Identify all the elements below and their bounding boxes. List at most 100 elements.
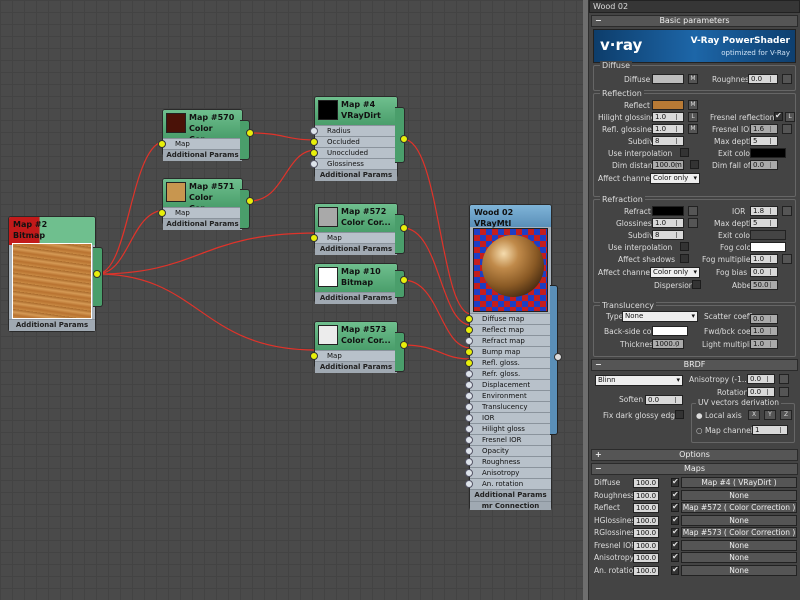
map-amount-spinner[interactable]: 100.0 xyxy=(633,540,659,551)
refl-gloss-spinner[interactable]: 1.0 xyxy=(652,124,684,134)
thickness-spinner[interactable]: 1000.0 xyxy=(652,339,684,349)
map-slot-button[interactable]: None xyxy=(681,539,797,551)
axis-y-button[interactable]: Y xyxy=(764,410,776,420)
slot-reflect-map[interactable]: Reflect map xyxy=(465,324,551,335)
slot-anisotropy[interactable]: Anisotropy xyxy=(465,467,551,478)
slot-environment[interactable]: Environment xyxy=(465,390,551,401)
roughness-spinner[interactable]: 0.0 xyxy=(748,74,778,84)
map-slot-button[interactable]: None xyxy=(681,564,797,576)
map-amount-spinner[interactable]: 100.0 xyxy=(633,503,659,513)
ior-map-button[interactable] xyxy=(782,206,792,216)
rollout-basic-parameters[interactable]: − Basic parameters xyxy=(591,15,798,27)
output-socket[interactable] xyxy=(400,135,408,143)
slot-map[interactable]: Map xyxy=(158,207,242,218)
material-name-field[interactable]: Wood 02 xyxy=(589,0,800,13)
slot-an-rotation[interactable]: An. rotation xyxy=(465,478,551,489)
additional-params[interactable]: Additional Params xyxy=(9,319,95,331)
slot-map[interactable]: Map xyxy=(310,232,397,243)
backside-color-swatch[interactable] xyxy=(652,326,688,336)
map-amount-spinner[interactable]: 100.0 xyxy=(633,515,659,526)
output-socket[interactable] xyxy=(246,129,254,137)
refr-subdivs-spinner[interactable]: 8 xyxy=(652,230,684,240)
rotation-spinner[interactable]: 0.0 xyxy=(747,387,775,397)
diffuse-color-swatch[interactable] xyxy=(652,74,684,84)
output-socket[interactable] xyxy=(554,353,562,361)
dim-falloff-spinner[interactable]: 0.0 xyxy=(750,160,778,170)
map-slot-button[interactable]: Map #572 ( Color Correction ) xyxy=(681,502,797,513)
reflect-map-button[interactable]: M xyxy=(688,100,698,110)
local-axis-radio[interactable]: ● Local axis xyxy=(696,411,742,420)
map-slot-button[interactable]: None xyxy=(681,489,797,501)
slot-bump-map[interactable]: Bump map xyxy=(465,346,551,357)
refr-max-depth-spinner[interactable]: 5 xyxy=(750,218,778,228)
slot-ior[interactable]: IOR xyxy=(465,412,551,423)
map-enable-checkbox[interactable] xyxy=(671,565,679,575)
refract-color-swatch[interactable] xyxy=(652,206,684,216)
anisotropy-spinner[interactable]: 0.0 xyxy=(747,374,775,384)
slot-hilight-gloss[interactable]: Hilight gloss xyxy=(465,423,551,434)
rollout-brdf[interactable]: − BRDF xyxy=(591,359,798,371)
output-socket[interactable] xyxy=(400,341,408,349)
additional-params[interactable]: Additional Params xyxy=(163,218,242,230)
slot-glossiness[interactable]: Glossiness xyxy=(310,158,397,169)
node-map571-colorcorrection[interactable]: Map #571 Color Cor... Map Additional Par… xyxy=(158,178,250,230)
refl-gloss-map-button[interactable]: M xyxy=(688,124,698,134)
slot-displacement[interactable]: Displacement xyxy=(465,379,551,390)
slot-map[interactable]: Map xyxy=(310,350,397,361)
slot-fresnel-ior[interactable]: Fresnel IOR xyxy=(465,434,551,445)
map-amount-spinner[interactable]: 100.0 xyxy=(633,565,659,576)
node-wood02-vraymtl[interactable]: Wood 02 VRayMtl Diffuse map Reflect map Re… xyxy=(465,204,558,510)
map-amount-spinner[interactable]: 100.0 xyxy=(633,553,659,563)
refr-gloss-map-button[interactable] xyxy=(688,218,698,228)
refr-exit-color-swatch[interactable] xyxy=(750,230,786,240)
axis-z-button[interactable]: Z xyxy=(780,410,792,420)
dim-distance-spinner[interactable]: 100.0m xyxy=(652,160,684,170)
map-amount-spinner[interactable]: 100.0 xyxy=(633,528,659,538)
map-channel-radio[interactable]: ○ Map channel xyxy=(696,426,753,435)
hilight-lock-button[interactable]: L xyxy=(688,112,698,122)
exit-color-swatch[interactable] xyxy=(750,148,786,158)
map-amount-spinner[interactable]: 100.0 xyxy=(633,490,659,501)
affect-shadows-checkbox[interactable] xyxy=(680,254,689,263)
reflect-color-swatch[interactable] xyxy=(652,100,684,110)
node-map572-colorcorrection[interactable]: Map #572 Color Cor... Map Additional Par… xyxy=(310,203,405,255)
hilight-gloss-spinner[interactable]: 1.0 xyxy=(652,112,684,122)
fog-multiplier-map-button[interactable] xyxy=(782,254,792,264)
light-multiplier-spinner[interactable]: 1.0 xyxy=(750,339,778,349)
node-map573-colorcorrection[interactable]: Map #573 Color Cor... Map Additional Par… xyxy=(310,321,405,373)
map-slot-button[interactable]: None xyxy=(681,514,797,526)
subdivs-spinner[interactable]: 8 xyxy=(652,136,684,146)
map-enable-checkbox[interactable] xyxy=(671,552,679,562)
abbe-spinner[interactable]: 50.0 xyxy=(750,280,778,290)
scatter-coeff-spinner[interactable]: 0.0 xyxy=(750,314,778,324)
slot-refract-map[interactable]: Refract map xyxy=(465,335,551,346)
dim-distance-checkbox[interactable] xyxy=(690,160,699,169)
node-map2-bitmap[interactable]: Map #2 Bitmap Additional Params xyxy=(8,216,103,332)
map-enable-checkbox[interactable] xyxy=(671,502,679,512)
fwdbck-coeff-spinner[interactable]: 1.0 xyxy=(750,326,778,336)
brdf-type-dropdown[interactable]: Blinn xyxy=(595,375,683,386)
output-socket[interactable] xyxy=(93,270,101,278)
additional-params[interactable]: Additional Params xyxy=(315,292,397,304)
diffuse-map-button[interactable]: M xyxy=(688,74,698,84)
rollout-maps[interactable]: − Maps xyxy=(591,463,798,475)
refr-affect-channels-dropdown[interactable]: Color only xyxy=(650,267,700,278)
fix-dark-glossy-checkbox[interactable] xyxy=(675,410,684,419)
additional-params[interactable]: Additional Params xyxy=(315,169,397,181)
node-editor-canvas[interactable]: Map #2 Bitmap Additional Params Map #570… xyxy=(0,0,583,600)
rollout-options[interactable]: + Options xyxy=(591,449,798,461)
slot-roughness[interactable]: Roughness xyxy=(465,456,551,467)
fresnel-lock-button[interactable]: L xyxy=(785,112,795,122)
map-enable-checkbox[interactable] xyxy=(671,515,679,525)
node-map10-bitmap[interactable]: Map #10 Bitmap Additional Params xyxy=(314,263,405,304)
slot-opacity[interactable]: Opacity xyxy=(465,445,551,456)
refr-use-interpolation-checkbox[interactable] xyxy=(680,242,689,251)
output-socket[interactable] xyxy=(400,224,408,232)
fresnel-reflections-checkbox[interactable] xyxy=(774,111,783,121)
slot-refl-gloss[interactable]: Refl. gloss. xyxy=(465,357,551,368)
map-channel-spinner[interactable]: 1 xyxy=(752,425,788,435)
map-amount-spinner[interactable]: 100.0 xyxy=(633,478,659,488)
fog-bias-spinner[interactable]: 0.0 xyxy=(750,267,778,277)
node-map4-vraydirt[interactable]: Map #4 VRayDirt Radius Occluded Unocclud… xyxy=(310,96,405,181)
roughness-map-button[interactable] xyxy=(782,74,792,84)
